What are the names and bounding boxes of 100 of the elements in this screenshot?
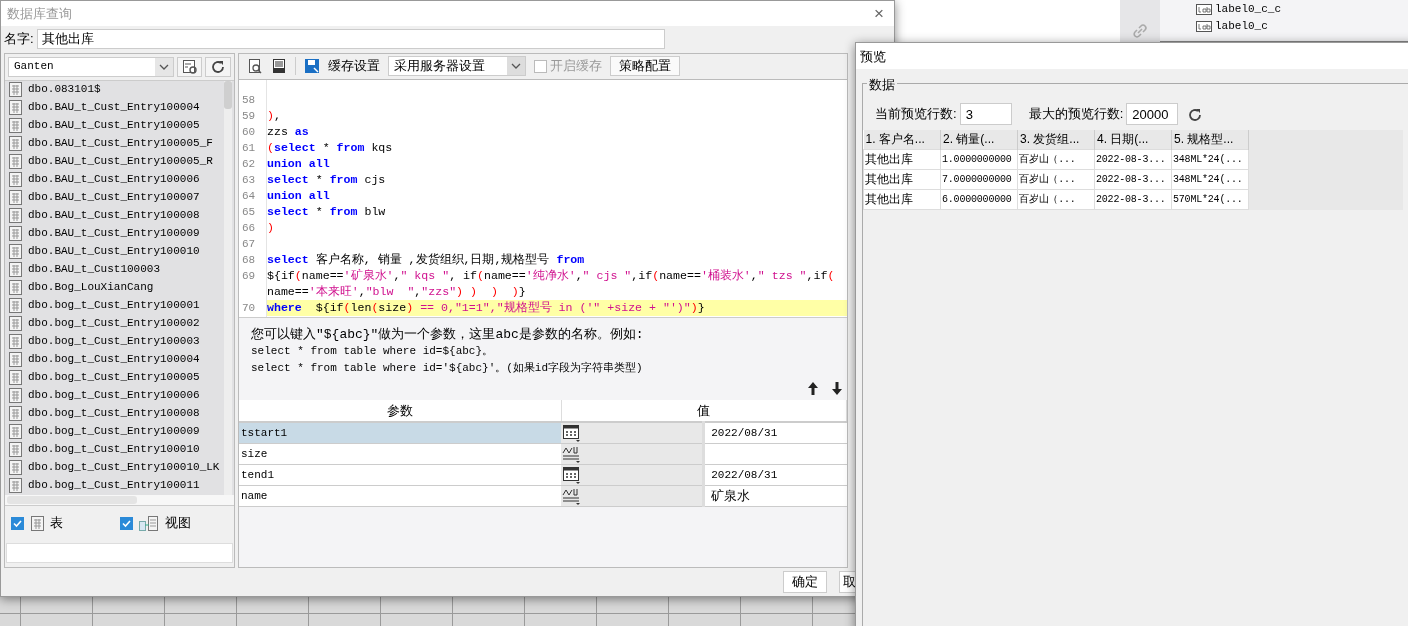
tree-item[interactable]: label0_c — [1215, 18, 1268, 35]
refresh-button[interactable] — [205, 56, 231, 77]
table-icon — [8, 351, 22, 369]
parameter-name[interactable]: tstart1 — [239, 422, 561, 444]
hint-text: select * from table where id=${abc}。 — [251, 343, 495, 359]
table-name[interactable]: dbo.bog_t_Cust_Entry100004 — [28, 351, 200, 368]
table-name[interactable]: dbo.bog_t_Cust_Entry100002 — [28, 315, 200, 332]
view-icon — [138, 514, 159, 532]
table-name[interactable]: dbo.BAU_t_Cust_Entry100009 — [28, 225, 200, 242]
code-line: select * from cjs — [267, 171, 387, 188]
label-icon — [1196, 3, 1212, 15]
save-icon[interactable] — [304, 58, 320, 75]
column-header: 参数 — [239, 399, 561, 423]
close-button[interactable]: × — [870, 4, 888, 22]
table-name[interactable]: dbo.bog_t_Cust_Entry100010_LK — [28, 459, 220, 476]
parameter-name[interactable]: tend1 — [239, 464, 561, 486]
table-icon — [8, 315, 22, 333]
column-header[interactable]: 3. 发货组... — [1017, 130, 1095, 149]
column-header[interactable]: 1. 客户名... — [863, 130, 941, 149]
value-field[interactable] — [703, 443, 847, 465]
scrollbar[interactable] — [224, 80, 232, 496]
checkbox[interactable] — [119, 516, 133, 530]
table-name[interactable]: dbo.bog_t_Cust_Entry100006 — [28, 387, 200, 404]
line-number: 66 — [241, 220, 257, 236]
name-field[interactable]: 其他出库 — [36, 28, 665, 49]
table-name[interactable]: dbo.BAU_t_Cust_Entry100007 — [28, 189, 200, 206]
table-icon — [8, 423, 22, 441]
code-line: zzs as — [267, 123, 310, 140]
checkbox[interactable] — [11, 516, 24, 530]
table-name[interactable]: dbo.BAU_t_Cust_Entry100008 — [28, 207, 200, 224]
table-icon — [8, 333, 22, 351]
table-name[interactable]: dbo.083101$ — [28, 81, 101, 98]
code-line: ) — [267, 219, 275, 236]
hint-text: select * from table where id='${abc}'。(如果id字段为字符串类型) — [251, 360, 644, 376]
table-name[interactable]: dbo.BAU_t_Cust_Entry100005 — [28, 117, 200, 134]
cache-mode-dropdown[interactable]: 采用服务器设置 — [388, 56, 526, 77]
table-name[interactable]: dbo.bog_t_Cust_Entry100010 — [28, 441, 200, 458]
scrollbar[interactable] — [5, 494, 234, 505]
table-cell: 2022-08-3... — [1094, 149, 1172, 169]
table-name[interactable]: dbo.BAU_t_Cust_Entry100010 — [28, 243, 200, 260]
table-name[interactable]: dbo.bog_t_Cust_Entry100011 — [28, 477, 200, 494]
parameter-name[interactable]: name — [239, 485, 561, 507]
table-name[interactable]: dbo.bog_t_Cust_Entry100009 — [28, 423, 200, 440]
table-icon — [8, 387, 22, 405]
field-label: 最大的预览行数: — [1028, 105, 1124, 124]
table-icon — [8, 297, 22, 315]
table-name[interactable]: dbo.bog_t_Cust_Entry100003 — [28, 333, 200, 350]
table-icon — [8, 405, 22, 423]
window-title: 数据库查询 — [7, 4, 72, 23]
table-name[interactable]: dbo.BAU_t_Cust100003 — [28, 261, 161, 278]
connection-dropdown[interactable]: Ganten — [8, 56, 174, 77]
calendar-icon[interactable] — [561, 465, 581, 486]
table-name[interactable]: dbo.BAU_t_Cust_Entry100005_F — [28, 135, 213, 152]
table-name[interactable]: dbo.BAU_t_Cust_Entry100006 — [28, 171, 200, 188]
line-number: 63 — [241, 172, 257, 188]
column-header[interactable]: 5. 规格型... — [1171, 130, 1249, 149]
table-cell: 1.0000000000 — [940, 149, 1018, 169]
table-name[interactable]: dbo.bog_t_Cust_Entry100001 — [28, 297, 200, 314]
dialog-button[interactable]: 确定 — [783, 571, 827, 594]
arrow-down-icon[interactable] — [831, 379, 843, 396]
window-title: 预览 — [856, 43, 1408, 69]
line-number: 69 — [241, 268, 257, 284]
text-type-icon[interactable] — [561, 444, 581, 465]
table-icon — [8, 171, 22, 189]
row-count-field[interactable]: 3 — [959, 103, 1012, 125]
search-field[interactable] — [6, 542, 233, 563]
hint-text: 您可以键入"${abc}"做为一个参数，这里abc是参数的名称。例如: — [251, 325, 645, 343]
parameter-name[interactable]: size — [239, 443, 561, 465]
field-label: 当前预览行数: — [875, 105, 957, 124]
calendar-icon[interactable] — [561, 423, 581, 444]
column-header[interactable]: 2. 销量(... — [940, 130, 1018, 149]
value-field[interactable]: 2022/08/31 — [703, 422, 847, 444]
max-rows-field[interactable]: 20000 — [1126, 103, 1179, 125]
strategy-button[interactable]: 策略配置 — [610, 56, 680, 77]
table-icon — [8, 207, 22, 225]
code-line: union all — [267, 187, 331, 204]
sql-file-icon[interactable] — [271, 58, 287, 75]
query-button[interactable] — [176, 56, 203, 77]
line-number: 61 — [241, 140, 257, 156]
value-field[interactable]: 矿泉水 — [703, 485, 847, 507]
code-line: select 客户名称, 销量 ,发货组织,日期,规格型号 from — [267, 251, 586, 268]
column-header[interactable]: 4. 日期(... — [1094, 130, 1172, 149]
line-number: 64 — [241, 188, 257, 204]
preview-icon[interactable] — [247, 58, 263, 75]
table-icon — [8, 261, 22, 279]
table-name[interactable]: dbo.Bog_LouXianCang — [28, 279, 154, 296]
table-name[interactable]: dbo.bog_t_Cust_Entry100008 — [28, 405, 200, 422]
table-icon — [8, 225, 22, 243]
table-name[interactable]: dbo.bog_t_Cust_Entry100005 — [28, 369, 200, 386]
value-field[interactable]: 2022/08/31 — [703, 464, 847, 486]
text-type-icon[interactable] — [561, 486, 581, 507]
table-name[interactable]: dbo.BAU_t_Cust_Entry100004 — [28, 99, 200, 116]
table-name[interactable]: dbo.BAU_t_Cust_Entry100005_R — [28, 153, 213, 170]
checkbox-label: 开启缓存 — [550, 57, 602, 76]
line-number: 62 — [241, 156, 257, 172]
column-header: 值 — [561, 399, 847, 423]
table-icon — [8, 243, 22, 261]
filter-label: 表 — [50, 514, 63, 533]
tree-item[interactable]: label0_c_c — [1215, 1, 1281, 18]
table-icon — [8, 135, 22, 153]
